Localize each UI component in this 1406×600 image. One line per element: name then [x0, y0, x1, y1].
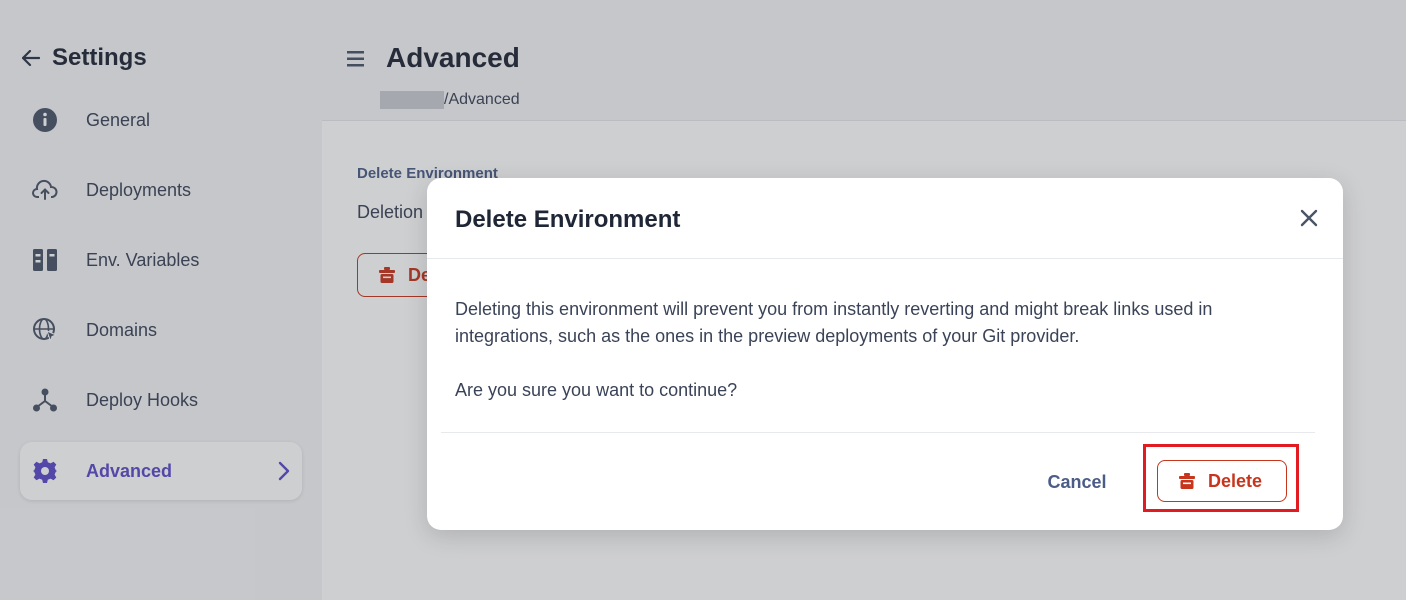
delete-button-label: Delete	[1208, 470, 1263, 491]
cancel-button[interactable]: Cancel	[1027, 468, 1127, 496]
dialog-title: Delete Environment	[455, 206, 681, 233]
delete-button[interactable]: Delete	[1157, 460, 1287, 502]
divider	[441, 432, 1315, 433]
divider	[427, 258, 1343, 259]
close-icon[interactable]	[1297, 206, 1321, 230]
delete-environment-dialog: Delete Environment Deleting this environ…	[427, 178, 1343, 530]
dialog-body: Deleting this environment will prevent y…	[455, 296, 1285, 404]
dialog-message: Deleting this environment will prevent y…	[455, 299, 1213, 346]
trash-icon	[1178, 472, 1196, 490]
dialog-question: Are you sure you want to continue?	[455, 380, 738, 400]
